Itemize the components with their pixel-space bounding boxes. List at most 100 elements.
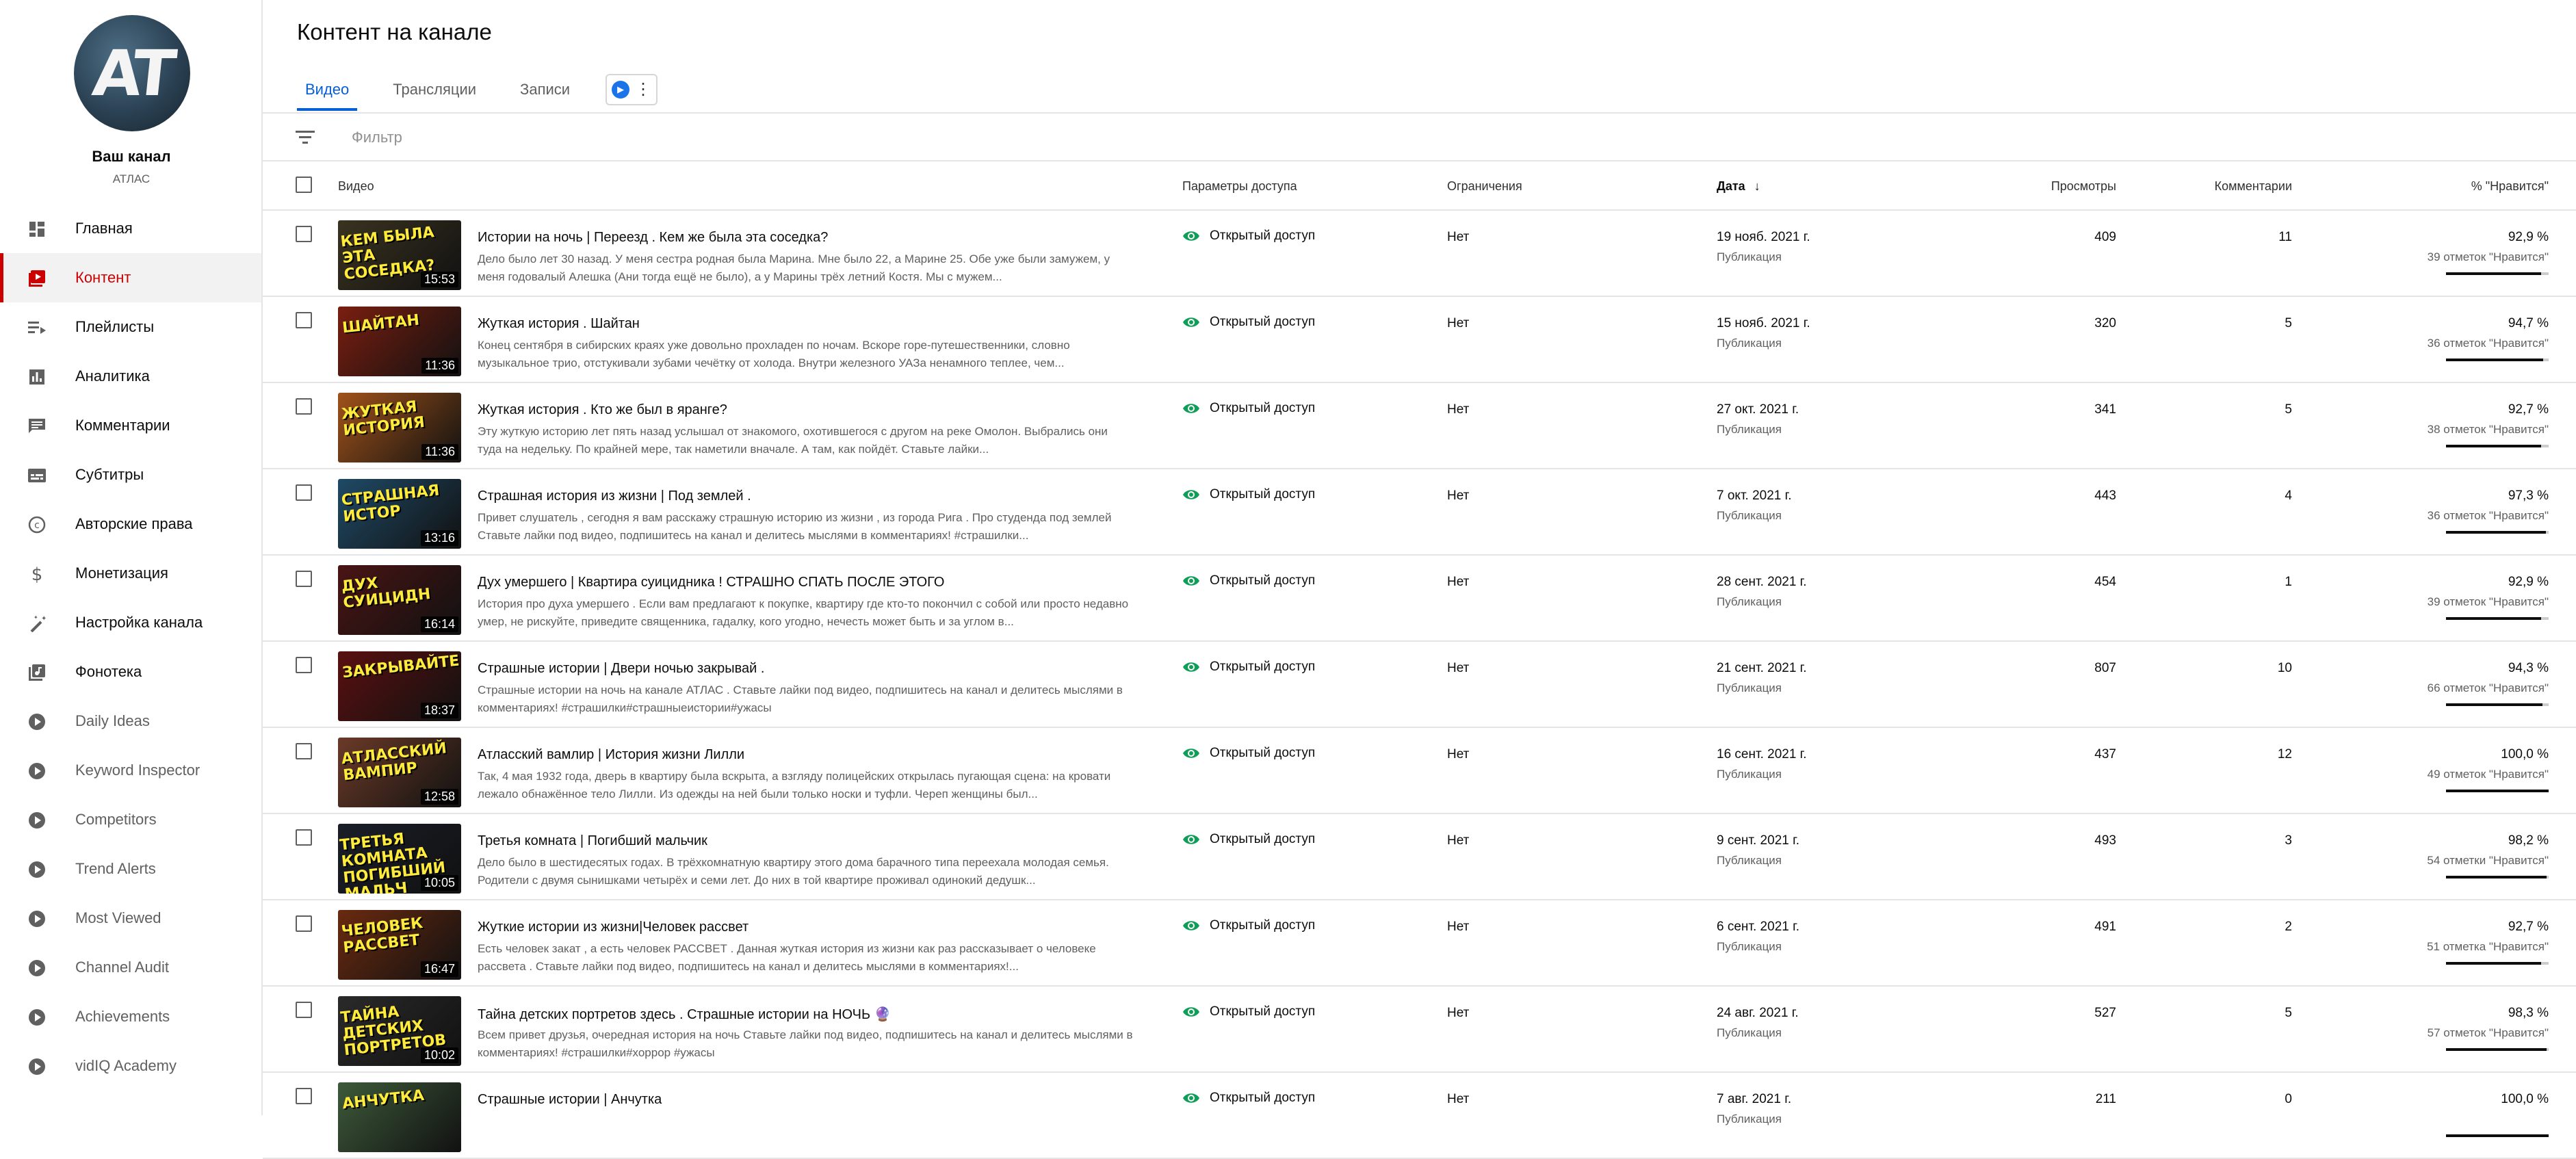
filter-input[interactable] [352, 126, 762, 149]
sidebar-item-vidiq-academy[interactable]: vidIQ Academy [0, 1041, 261, 1091]
sidebar-item-фонотека[interactable]: Фонотека [0, 647, 261, 696]
video-title[interactable]: Страшная история из жизни | Под землей . [478, 489, 751, 504]
row-checkbox[interactable] [296, 398, 312, 415]
video-title[interactable]: Дух умершего | Квартира суицидника ! СТР… [478, 575, 944, 590]
table-row[interactable]: ТАЙНА ДЕТСКИХ ПОРТРЕТОВ 10:02 Тайна детски… [263, 987, 2576, 1073]
row-checkbox[interactable] [296, 1088, 312, 1104]
row-checkbox[interactable] [296, 1002, 312, 1018]
table-row[interactable]: СТРАШНАЯ ИСТОР 13:16 Страшная история из ж… [263, 469, 2576, 556]
row-checkbox[interactable] [296, 915, 312, 932]
visibility-cell[interactable]: Открытый доступ [1182, 401, 1315, 416]
row-checkbox[interactable] [296, 312, 312, 328]
sidebar-item-keyword-inspector[interactable]: Keyword Inspector [0, 746, 261, 795]
row-checkbox[interactable] [296, 226, 312, 242]
channel-avatar[interactable]: AT [74, 15, 190, 131]
video-thumbnail[interactable]: СТРАШНАЯ ИСТОР 13:16 [338, 479, 461, 549]
sidebar-nav: Главная Контент Плейлисты Аналитика Коммента… [0, 204, 261, 1091]
visibility-cell[interactable]: Открытый доступ [1182, 746, 1315, 761]
visibility-cell[interactable]: Открытый доступ [1182, 918, 1315, 933]
likes-count: 36 отметок "Нравится" [2427, 337, 2549, 350]
sidebar-item-competitors[interactable]: Competitors [0, 795, 261, 844]
comments-cell: 3 [2285, 833, 2292, 848]
visibility-cell[interactable]: Открытый доступ [1182, 573, 1315, 588]
row-checkbox[interactable] [296, 571, 312, 587]
visibility-cell[interactable]: Открытый доступ [1182, 832, 1315, 847]
tab-posts[interactable]: Записи [512, 68, 578, 111]
sidebar-item-label: Аналитика [75, 367, 150, 385]
sidebar-item-channel-audit[interactable]: Channel Audit [0, 943, 261, 992]
sidebar-item-субтитры[interactable]: Субтитры [0, 450, 261, 499]
video-thumbnail[interactable]: ДУХ СУИЦИДН 16:14 [338, 565, 461, 635]
likes-bar [2446, 876, 2549, 878]
column-comments[interactable]: Комментарии [2215, 179, 2292, 194]
sidebar-item-trend-alerts[interactable]: Trend Alerts [0, 844, 261, 894]
sidebar-item-контент[interactable]: Контент [0, 253, 261, 302]
tab-videos[interactable]: Видео [297, 68, 358, 111]
video-title[interactable]: Жуткая история . Шайтан [478, 316, 640, 332]
vidiq-tab-menu[interactable]: ▶ ⋮ [606, 74, 658, 105]
likes-bar [2446, 531, 2549, 534]
table-row[interactable]: ДУХ СУИЦИДН 16:14 Дух умершего | Квартира … [263, 556, 2576, 642]
table-row[interactable]: АНЧУТКА Страшные истории | Анчутка Открыты… [263, 1073, 2576, 1159]
video-thumbnail[interactable]: ЖУТКАЯ ИСТОРИЯ 11:36 [338, 393, 461, 463]
video-title[interactable]: Жуткая история . Кто же был в яранге? [478, 402, 727, 418]
row-checkbox[interactable] [296, 829, 312, 846]
column-views[interactable]: Просмотры [2051, 179, 2116, 194]
visibility-cell[interactable]: Открытый доступ [1182, 660, 1315, 675]
table-row[interactable]: ЧЕЛОВЕК РАССВЕТ 16:47 Жуткие истории из жи… [263, 900, 2576, 987]
visibility-cell[interactable]: Открытый доступ [1182, 229, 1315, 244]
video-thumbnail[interactable]: АНЧУТКА [338, 1082, 461, 1152]
video-thumbnail[interactable]: АТЛАССКИЙ ВАМПИР 12:58 [338, 738, 461, 807]
sidebar-item-авторские-права[interactable]: c Авторские права [0, 499, 261, 549]
video-title[interactable]: Страшные истории | Анчутка [478, 1092, 662, 1108]
table-row[interactable]: ЖУТКАЯ ИСТОРИЯ 11:36 Жуткая история . Кто … [263, 383, 2576, 469]
video-title[interactable]: Тайна детских портретов здесь . Страшные… [478, 1006, 892, 1023]
eye-icon [1182, 402, 1200, 415]
table-row[interactable]: КЕМ БЫЛА ЭТА СОСЕДКА? 15:53 Истории на ноч… [263, 211, 2576, 297]
channel-title: Ваш канал [92, 148, 171, 165]
sidebar-item-настройка-канала[interactable]: ✦ ✦ Настройка канала [0, 598, 261, 647]
date-cell: 28 сент. 2021 г. [1717, 575, 1807, 589]
table-row[interactable]: ШАЙТАН 11:36 Жуткая история . Шайтан Конец … [263, 297, 2576, 383]
video-thumbnail[interactable]: КЕМ БЫЛА ЭТА СОСЕДКА? 15:53 [338, 220, 461, 290]
sidebar-item-daily-ideas[interactable]: Daily Ideas [0, 696, 261, 746]
sidebar-item-аналитика[interactable]: Аналитика [0, 352, 261, 401]
video-title[interactable]: Атласский вамлир | История жизни Лилли [478, 747, 744, 763]
video-title[interactable]: Страшные истории | Двери ночью закрывай … [478, 661, 764, 677]
video-thumbnail[interactable]: ШАЙТАН 11:36 [338, 307, 461, 376]
video-title[interactable]: Истории на ночь | Переезд . Кем же была … [478, 230, 828, 246]
table-row[interactable]: ЗАКРЫВАЙТЕ 18:37 Страшные истории | Двери … [263, 642, 2576, 728]
video-thumbnail[interactable]: ТАЙНА ДЕТСКИХ ПОРТРЕТОВ 10:02 [338, 996, 461, 1066]
comments-icon [27, 417, 47, 436]
row-checkbox[interactable] [296, 484, 312, 501]
row-checkbox[interactable] [296, 743, 312, 759]
table-row[interactable]: ТРЕТЬЯ КОМНАТА ПОГИБШИЙ МАЛЬЧ 10:05 Третья… [263, 814, 2576, 900]
likes-percent: 98,3 % [2508, 1006, 2549, 1020]
table-row[interactable]: АТЛАССКИЙ ВАМПИР 12:58 Атласский вамлир | … [263, 728, 2576, 814]
column-date[interactable]: Дата ↓ [1717, 179, 1760, 194]
column-likes[interactable]: % "Нравится" [2471, 179, 2549, 194]
visibility-cell[interactable]: Открытый доступ [1182, 487, 1315, 502]
visibility-cell[interactable]: Открытый доступ [1182, 1004, 1315, 1019]
video-thumbnail[interactable]: ЧЕЛОВЕК РАССВЕТ 16:47 [338, 910, 461, 980]
video-thumbnail[interactable]: ТРЕТЬЯ КОМНАТА ПОГИБШИЙ МАЛЬЧ 10:05 [338, 824, 461, 894]
sidebar-item-most-viewed[interactable]: Most Viewed [0, 894, 261, 943]
likes-count: 39 отметок "Нравится" [2427, 595, 2549, 608]
video-thumbnail[interactable]: ЗАКРЫВАЙТЕ 18:37 [338, 651, 461, 721]
date-cell: 19 нояб. 2021 г. [1717, 230, 1810, 244]
row-checkbox[interactable] [296, 657, 312, 673]
tab-streams[interactable]: Трансляции [385, 68, 484, 111]
sidebar-item-achievements[interactable]: Achievements [0, 992, 261, 1041]
sidebar-item-комментарии[interactable]: Комментарии [0, 401, 261, 450]
sidebar-item-плейлисты[interactable]: Плейлисты [0, 302, 261, 352]
video-title[interactable]: Жуткие истории из жизни|Человек рассвет [478, 920, 749, 935]
sidebar-item-монетизация[interactable]: $ Монетизация [0, 549, 261, 598]
visibility-cell[interactable]: Открытый доступ [1182, 315, 1315, 330]
likes-count: 66 отметок "Нравится" [2427, 681, 2549, 694]
filter-icon[interactable] [296, 130, 315, 145]
visibility-cell[interactable]: Открытый доступ [1182, 1091, 1315, 1106]
video-duration: 11:36 [421, 444, 458, 460]
video-title[interactable]: Третья комната | Погибший мальчик [478, 833, 707, 849]
sidebar-item-главная[interactable]: Главная [0, 204, 261, 253]
select-all-checkbox[interactable] [296, 177, 312, 193]
